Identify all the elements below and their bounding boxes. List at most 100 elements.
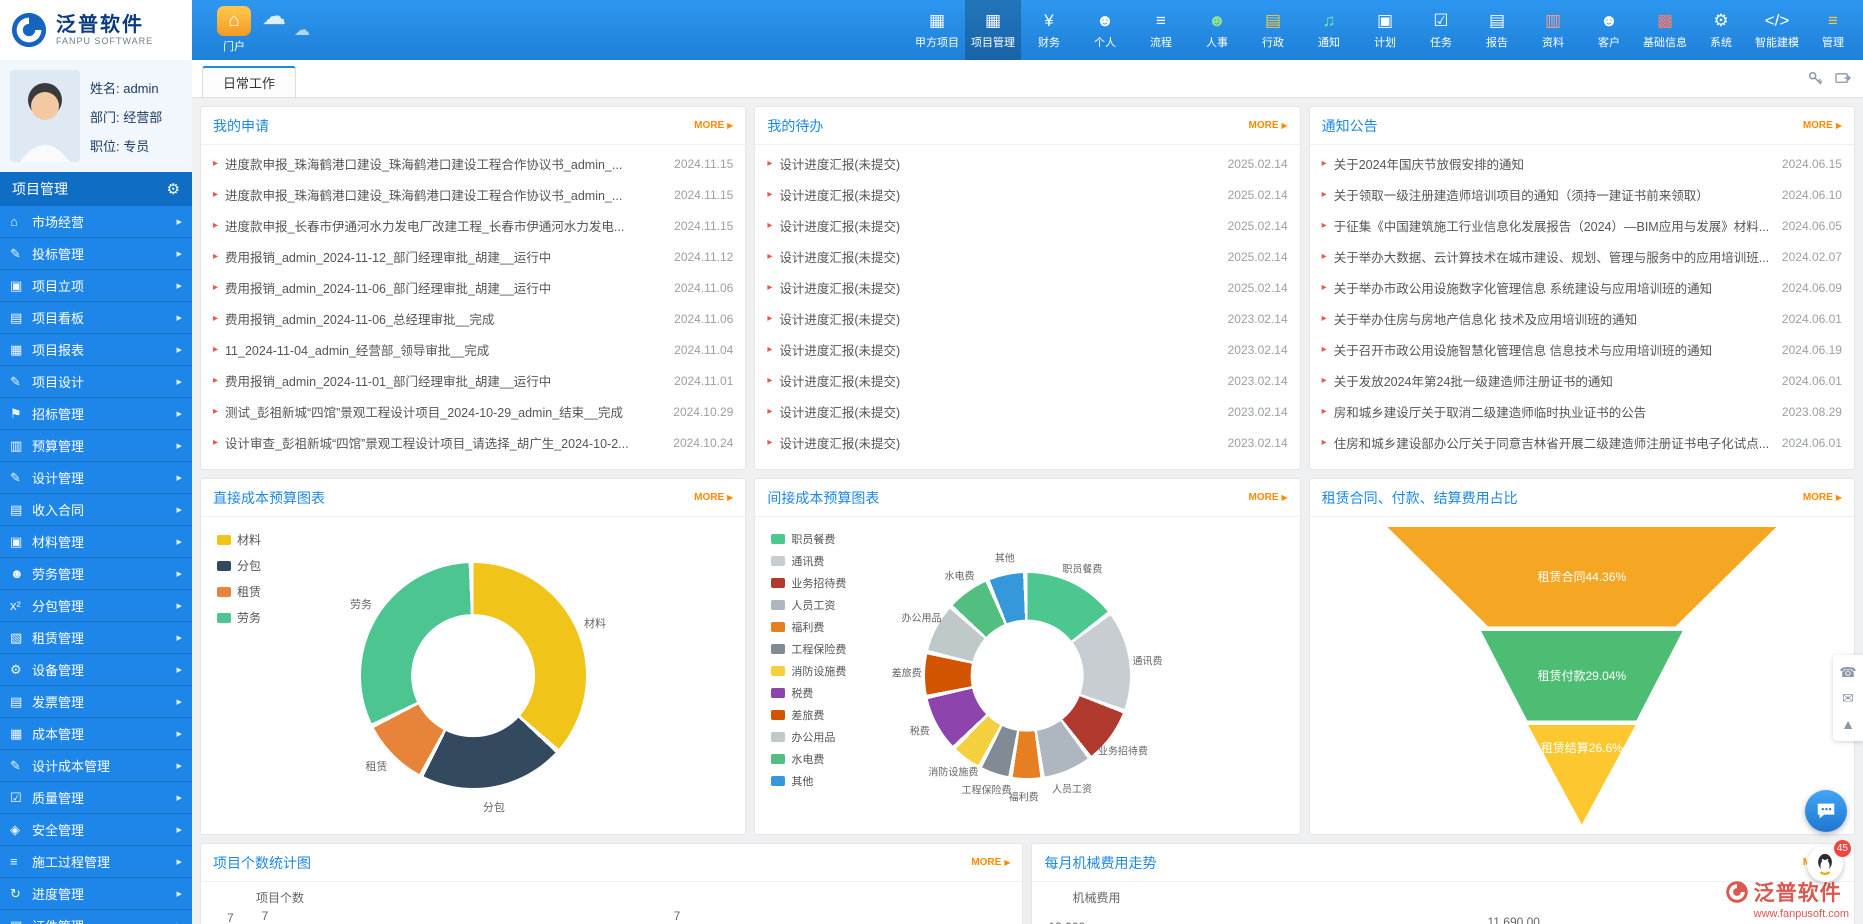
more-button[interactable]: MORE ▶ — [1803, 120, 1842, 131]
legend-item[interactable]: 水电费 — [771, 751, 846, 767]
list-item[interactable]: ▸ 费用报销_admin_2024-11-06_部门经理审批_胡建__运行中 2… — [213, 272, 733, 303]
sidebar-item[interactable]: ▤ 项目看板 ▸ — [0, 302, 192, 334]
sidebar-item[interactable]: ✎ 项目设计 ▸ — [0, 366, 192, 398]
more-button[interactable]: MORE ▶ — [1249, 120, 1288, 131]
gear-icon[interactable]: ⚙ — [167, 180, 180, 198]
sidebar-item[interactable]: ✎ 设计管理 ▸ — [0, 462, 192, 494]
sidebar-item[interactable]: ≡ 施工过程管理 ▸ — [0, 846, 192, 878]
sidebar-item[interactable]: x² 分包管理 ▸ — [0, 590, 192, 622]
legend-item[interactable]: 材料 — [217, 531, 261, 548]
sidebar-item[interactable]: ☻ 劳务管理 ▸ — [0, 558, 192, 590]
mail-icon[interactable]: ✉ — [1842, 691, 1854, 705]
back-to-top-icon[interactable]: ▲ — [1841, 717, 1855, 731]
module-item[interactable]: ♫ 通知 — [1301, 0, 1357, 60]
funnel-segment-settlement[interactable]: 租赁结算26.6% — [1528, 725, 1636, 825]
legend-item[interactable]: 福利费 — [771, 619, 846, 635]
legend-item[interactable]: 办公用品 — [771, 729, 846, 745]
sidebar-item[interactable]: ⚙ 设备管理 ▸ — [0, 654, 192, 686]
legend-item[interactable]: 差旅费 — [771, 707, 846, 723]
list-item[interactable]: ▸ 进度款申报_珠海鹤港口建设_珠海鹤港口建设工程合作协议书_admin_...… — [213, 179, 733, 210]
legend-item[interactable]: 分包 — [217, 557, 261, 574]
module-item[interactable]: ▤ 行政 — [1245, 0, 1301, 60]
list-item[interactable]: ▸ 费用报销_admin_2024-11-12_部门经理审批_胡建__运行中 2… — [213, 241, 733, 272]
list-item[interactable]: ▸ 测试_彭祖新城“四馆”景观工程设计项目_2024-10-29_admin_结… — [213, 396, 733, 427]
phone-icon[interactable]: ☎ — [1839, 665, 1856, 679]
legend-item[interactable]: 税费 — [771, 685, 846, 701]
more-button[interactable]: MORE ▶ — [1803, 492, 1842, 503]
list-item[interactable]: ▸ 设计进度汇报(未提交) 2025.02.14 — [767, 241, 1287, 272]
list-item[interactable]: ▸ 设计进度汇报(未提交) 2025.02.14 — [767, 272, 1287, 303]
legend-item[interactable]: 租赁 — [217, 583, 261, 600]
list-item[interactable]: ▸ 关于领取一级注册建造师培训项目的通知（须持一建证书前来领取） 2024.06… — [1322, 179, 1842, 210]
module-item[interactable]: ⚙ 系统 — [1693, 0, 1749, 60]
list-item[interactable]: ▸ 关于2024年国庆节放假安排的通知 2024.06.15 — [1322, 148, 1842, 179]
list-item[interactable]: ▸ 设计进度汇报(未提交) 2025.02.14 — [767, 210, 1287, 241]
module-item[interactable]: </> 智能建模 — [1749, 0, 1805, 60]
list-item[interactable]: ▸ 于征集《中国建筑施工行业信息化发展报告（2024）—BIM应用与发展》材料.… — [1322, 210, 1842, 241]
module-item[interactable]: ☻ 个人 — [1077, 0, 1133, 60]
module-item[interactable]: ▦ 甲方项目 — [909, 0, 965, 60]
bar[interactable]: 7 — [237, 909, 293, 924]
list-item[interactable]: ▸ 关于举办住房与房地产信息化 技术及应用培训班的通知 2024.06.01 — [1322, 303, 1842, 334]
more-button[interactable]: MORE ▶ — [971, 857, 1010, 868]
list-item[interactable]: ▸ 设计进度汇报(未提交) 2023.02.14 — [767, 396, 1287, 427]
qq-button[interactable]: 45 — [1807, 846, 1843, 882]
bar[interactable]: 7 — [649, 909, 705, 924]
list-item[interactable]: ▸ 设计进度汇报(未提交) 2023.02.14 — [767, 303, 1287, 334]
sidebar-item[interactable]: ▦ 项目报表 ▸ — [0, 334, 192, 366]
sidebar-item[interactable]: ✎ 设计成本管理 ▸ — [0, 750, 192, 782]
sidebar-item[interactable]: ▧ 租赁管理 ▸ — [0, 622, 192, 654]
list-item[interactable]: ▸ 设计审查_彭祖新城“四馆”景观工程设计项目_请选择_胡广生_2024-10-… — [213, 427, 733, 458]
sidebar-item[interactable]: ◈ 安全管理 ▸ — [0, 814, 192, 846]
legend-item[interactable]: 职员餐费 — [771, 531, 846, 547]
module-item[interactable]: ▦ 项目管理 — [965, 0, 1021, 60]
module-item[interactable]: ☑ 任务 — [1413, 0, 1469, 60]
list-item[interactable]: ▸ 进度款申报_长春市伊通河水力发电厂改建工程_长春市伊通河水力发电... 20… — [213, 210, 733, 241]
list-item[interactable]: ▸ 11_2024-11-04_admin_经营部_领导审批__完成 2024.… — [213, 334, 733, 365]
module-item[interactable]: ☻ 人事 — [1189, 0, 1245, 60]
sidebar-item[interactable]: ▣ 项目立项 ▸ — [0, 270, 192, 302]
sidebar-item[interactable]: ⌂ 市场经营 ▸ — [0, 206, 192, 238]
list-item[interactable]: ▸ 房和城乡建设厅关于取消二级建造师临时执业证书的公告 2023.08.29 — [1322, 396, 1842, 427]
sidebar-item[interactable]: ▣ 材料管理 ▸ — [0, 526, 192, 558]
legend-item[interactable]: 人员工资 — [771, 597, 846, 613]
list-item[interactable]: ▸ 费用报销_admin_2024-11-06_总经理审批__完成 2024.1… — [213, 303, 733, 334]
legend-item[interactable]: 其他 — [771, 773, 846, 789]
list-item[interactable]: ▸ 住房和城乡建设部办公厅关于同意吉林省开展二级建造师注册证书电子化试点... … — [1322, 427, 1842, 458]
list-item[interactable]: ▸ 设计进度汇报(未提交) 2025.02.14 — [767, 148, 1287, 179]
sidebar-item[interactable]: ⚑ 招标管理 ▸ — [0, 398, 192, 430]
module-item[interactable]: ☻ 客户 — [1581, 0, 1637, 60]
legend-item[interactable]: 劳务 — [217, 609, 261, 626]
sidebar-item[interactable]: ▥ 预算管理 ▸ — [0, 430, 192, 462]
legend-item[interactable]: 通讯费 — [771, 553, 846, 569]
legend-item[interactable]: 业务招待费 — [771, 575, 846, 591]
legend-item[interactable]: 工程保险费 — [771, 641, 846, 657]
module-item[interactable]: ≡ 流程 — [1133, 0, 1189, 60]
legend-item[interactable]: 消防设施费 — [771, 663, 846, 679]
more-button[interactable]: MORE ▶ — [1249, 492, 1288, 503]
list-item[interactable]: ▸ 进度款申报_珠海鹤港口建设_珠海鹤港口建设工程合作协议书_admin_...… — [213, 148, 733, 179]
module-item[interactable]: ▥ 资料 — [1525, 0, 1581, 60]
key-icon[interactable] — [1808, 71, 1823, 86]
sidebar-item[interactable]: ↻ 进度管理 ▸ — [0, 878, 192, 910]
funnel-segment-payment[interactable]: 租赁付款29.04% — [1481, 631, 1683, 721]
more-button[interactable]: MORE ▶ — [694, 492, 733, 503]
module-item[interactable]: ▤ 报告 — [1469, 0, 1525, 60]
module-item[interactable]: ¥ 财务 — [1021, 0, 1077, 60]
list-item[interactable]: ▸ 设计进度汇报(未提交) 2023.02.14 — [767, 427, 1287, 458]
module-item[interactable]: ▩ 基础信息 — [1637, 0, 1693, 60]
funnel-segment-contract[interactable]: 租赁合同44.36% — [1387, 527, 1777, 627]
sidebar-item[interactable]: ☑ 质量管理 ▸ — [0, 782, 192, 814]
list-item[interactable]: ▸ 关于发放2024年第24批一级建造师注册证书的通知 2024.06.01 — [1322, 365, 1842, 396]
module-item[interactable]: ▣ 计划 — [1357, 0, 1413, 60]
exit-fullscreen-icon[interactable] — [1835, 71, 1851, 86]
portal-button[interactable]: ⌂ 门户 ☁ ☁ — [198, 0, 270, 60]
list-item[interactable]: ▸ 设计进度汇报(未提交) 2023.02.14 — [767, 365, 1287, 396]
sidebar-item[interactable]: ✎ 投标管理 ▸ — [0, 238, 192, 270]
sidebar-item[interactable]: ▤ 收入合同 ▸ — [0, 494, 192, 526]
sidebar-item[interactable]: ▦ 成本管理 ▸ — [0, 718, 192, 750]
list-item[interactable]: ▸ 费用报销_admin_2024-11-01_部门经理审批_胡建__运行中 2… — [213, 365, 733, 396]
sidebar-item[interactable]: ▤ 发票管理 ▸ — [0, 686, 192, 718]
list-item[interactable]: ▸ 关于召开市政公用设施智慧化管理信息 信息技术与应用培训班的通知 2024.0… — [1322, 334, 1842, 365]
module-item[interactable]: ≡ 管理 — [1805, 0, 1861, 60]
